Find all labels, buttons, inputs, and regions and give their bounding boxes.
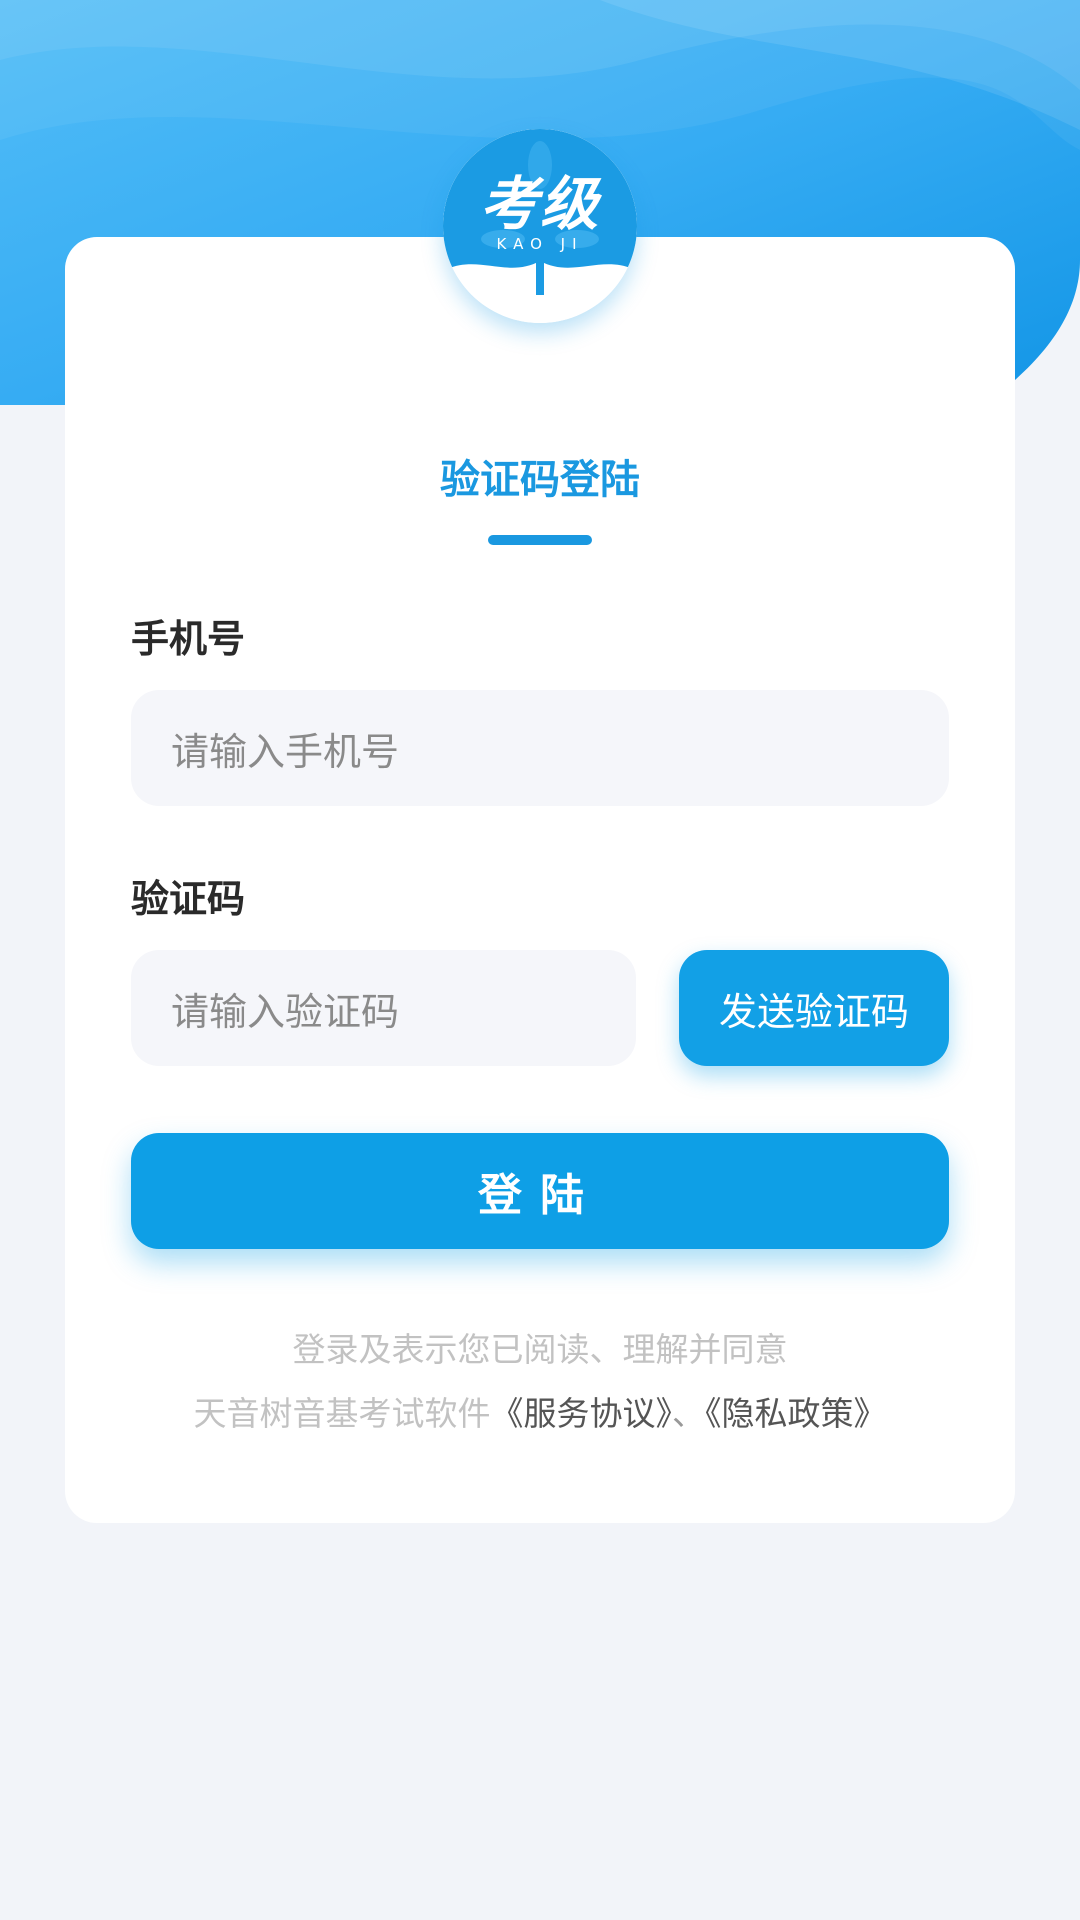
logo-subtitle: KAO JI <box>496 235 584 253</box>
privacy-policy-link[interactable]: 《隐私政策》 <box>705 1394 887 1433</box>
logo-title: 考级 <box>479 170 600 238</box>
service-agreement-link[interactable]: 《服务协议》 <box>491 1394 673 1433</box>
tab-indicator <box>488 535 592 545</box>
tab-sms-login[interactable]: 验证码登陆 <box>0 447 1080 505</box>
agreement-text: 登录及表示您已阅读、理解并同意 <box>292 1330 788 1369</box>
code-input[interactable]: 请输入验证码 <box>131 950 636 1066</box>
login-button[interactable]: 登陆 <box>131 1133 949 1249</box>
phone-label: 手机号 <box>131 617 246 661</box>
send-code-button[interactable]: 发送验证码 <box>679 950 949 1066</box>
agreement-links: 天音树音基考试软件《服务协议》、《隐私政策》 <box>0 1387 1080 1435</box>
agreement-separator: 、 <box>672 1394 705 1433</box>
app-logo: 考级 KAO JI <box>443 129 637 323</box>
phone-input[interactable]: 请输入手机号 <box>131 690 949 806</box>
agreement-prefix: 天音树音基考试软件 <box>193 1394 491 1433</box>
code-label: 验证码 <box>131 877 246 921</box>
